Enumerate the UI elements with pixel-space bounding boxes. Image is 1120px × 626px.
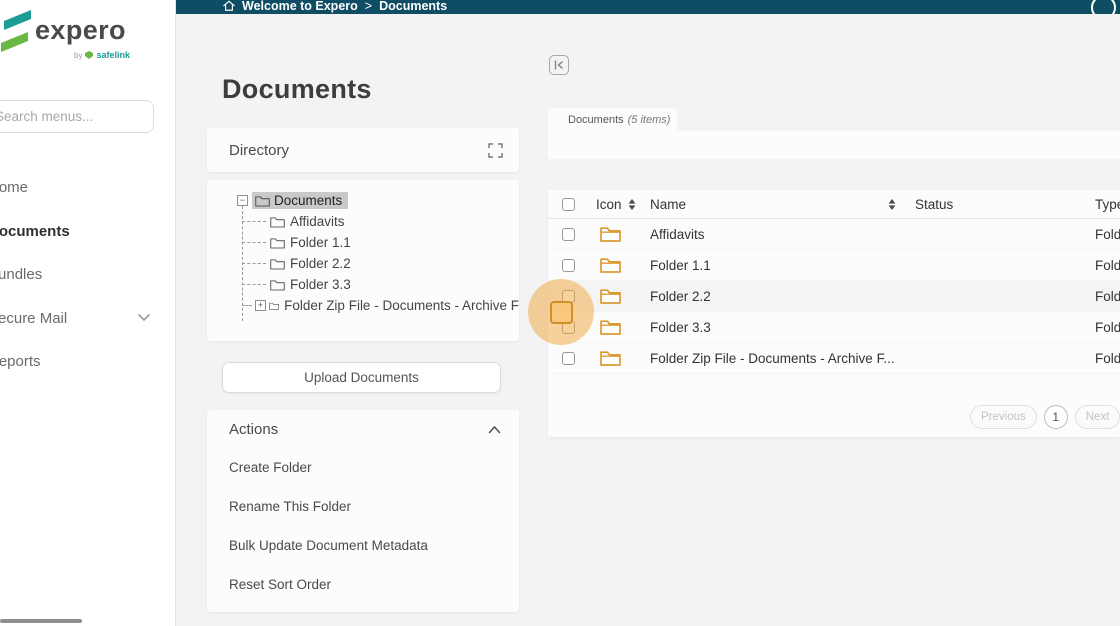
table-row-folder-2-2[interactable]: Folder 2.2 Folder [548, 281, 1120, 312]
table-row-affidavits[interactable]: Affidavits Folder [548, 219, 1120, 250]
directory-panel-header: Directory [207, 128, 519, 172]
sidebar-horizontal-scrollbar[interactable] [0, 619, 82, 623]
sidebar-item-bundles[interactable]: Bundles [0, 253, 176, 297]
collapse-panel-button[interactable] [549, 55, 569, 75]
tree-children: Affidavits Folder 1.1 Folder 2.2 Folder … [242, 211, 519, 316]
table-row-folder-1-1[interactable]: Folder 1.1 Folder [548, 250, 1120, 281]
pagination-next-button[interactable]: Next [1075, 405, 1120, 429]
column-header-status: Status [908, 197, 1088, 212]
brand-name: expero [35, 8, 126, 52]
folder-icon [600, 257, 621, 273]
pagination: Previous 1 Next [970, 405, 1120, 429]
table-header-row: Icon Name Status Type [548, 190, 1120, 219]
collapse-node-icon[interactable]: − [237, 195, 248, 206]
folder-icon [269, 300, 279, 312]
user-avatar[interactable] [1091, 0, 1116, 14]
sort-icon [888, 199, 896, 210]
expand-tree-icon[interactable] [488, 143, 503, 158]
expero-logo-icon [0, 8, 32, 54]
sidebar-item-secure-mail[interactable]: Secure Mail [0, 297, 176, 341]
page-title: Documents [222, 74, 372, 105]
actions-panel: Actions Create Folder Rename This Folder… [207, 410, 519, 612]
home-icon [223, 0, 235, 12]
safelink-icon [85, 51, 93, 59]
sidebar: expero by safelink Home Documents Bundle… [0, 0, 176, 626]
tree-node-folder-zip[interactable]: + Folder Zip File - Documents - Archive … [242, 295, 519, 316]
sidebar-item-documents[interactable]: Documents [0, 210, 176, 254]
tree-node-folder-1-1[interactable]: Folder 1.1 [242, 232, 519, 253]
folder-icon [600, 288, 621, 304]
row-checkbox[interactable] [562, 228, 575, 241]
main-content: Documents Directory − Documents Affidavi… [176, 14, 1120, 626]
tree-root-row: − Documents [207, 190, 519, 211]
tree-node-folder-2-2[interactable]: Folder 2.2 [242, 253, 519, 274]
folder-icon [600, 226, 621, 242]
action-create-folder[interactable]: Create Folder [207, 448, 519, 487]
breadcrumb-home[interactable]: Welcome to Expero [242, 0, 358, 13]
sort-icon [628, 199, 636, 210]
action-bulk-update-metadata[interactable]: Bulk Update Document Metadata [207, 526, 519, 565]
column-header-name[interactable]: Name [643, 197, 908, 212]
documents-table: Icon Name Status Type Affidavits [548, 190, 1120, 437]
folder-icon [255, 195, 270, 207]
folder-icon [270, 216, 285, 228]
action-rename-folder[interactable]: Rename This Folder [207, 487, 519, 526]
actions-panel-header[interactable]: Actions [207, 410, 519, 448]
tree-node-folder-3-3[interactable]: Folder 3.3 [242, 274, 519, 295]
tab-item-count: (5 items) [628, 114, 671, 126]
row-checkbox[interactable] [562, 321, 575, 334]
chevron-down-icon [138, 314, 150, 322]
breadcrumb-current: Documents [379, 0, 447, 13]
select-all-checkbox[interactable] [562, 198, 575, 211]
sidebar-item-reports[interactable]: Reports [0, 340, 176, 384]
directory-title: Directory [229, 142, 289, 159]
sidebar-nav: Home Documents Bundles Secure Mail Repor… [0, 166, 176, 384]
tab-documents[interactable]: Documents (5 items) [548, 108, 677, 131]
collapse-left-icon [553, 59, 565, 71]
search-input[interactable] [0, 100, 154, 133]
app-logo: expero [0, 8, 126, 54]
table-body: Affidavits Folder Folder 1.1 Folder Fold… [548, 219, 1120, 374]
folder-icon [270, 279, 285, 291]
table-row-folder-zip[interactable]: Folder Zip File - Documents - Archive F.… [548, 343, 1120, 374]
table-toolbar [548, 131, 1120, 159]
chevron-up-icon [488, 425, 501, 434]
breadcrumb-separator: > [365, 0, 372, 13]
breadcrumb: Welcome to Expero > Documents [223, 0, 447, 14]
tree-node-documents[interactable]: Documents [252, 192, 348, 209]
pagination-previous-button[interactable]: Previous [970, 405, 1037, 429]
top-header-bar: Welcome to Expero > Documents [176, 0, 1120, 14]
tree-node-affidavits[interactable]: Affidavits [242, 211, 519, 232]
pagination-page-1[interactable]: 1 [1044, 405, 1068, 429]
action-reset-sort-order[interactable]: Reset Sort Order [207, 565, 519, 604]
directory-tree: − Documents Affidavits Folder 1.1 Folder… [207, 180, 519, 341]
expand-node-icon[interactable]: + [255, 300, 266, 311]
row-checkbox[interactable] [562, 259, 575, 272]
folder-icon [600, 350, 621, 366]
sidebar-item-home[interactable]: Home [0, 166, 176, 210]
column-header-icon[interactable]: Icon [588, 197, 643, 212]
folder-icon [600, 319, 621, 335]
brand-subtitle: by safelink [34, 50, 130, 60]
table-row-folder-3-3[interactable]: Folder 3.3 Folder [548, 312, 1120, 343]
column-header-type: Type [1088, 197, 1120, 212]
row-checkbox[interactable] [562, 290, 575, 303]
folder-icon [270, 237, 285, 249]
row-checkbox[interactable] [562, 352, 575, 365]
folder-icon [270, 258, 285, 270]
upload-documents-button[interactable]: Upload Documents [222, 362, 501, 393]
